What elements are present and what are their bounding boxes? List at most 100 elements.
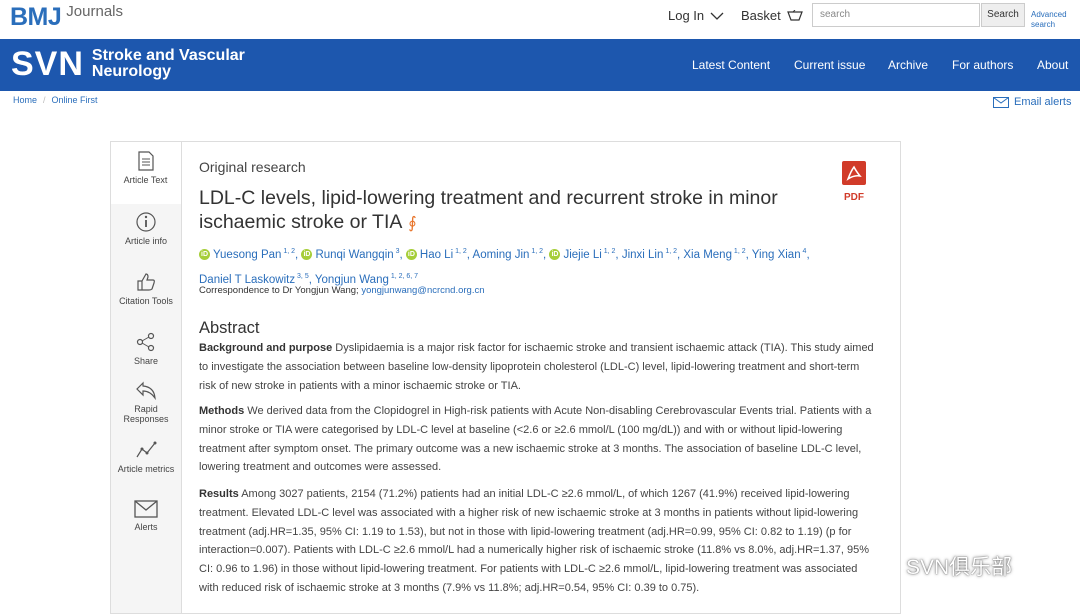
rail-label: Rapid Responses bbox=[123, 404, 169, 424]
rail-label: Alerts bbox=[134, 522, 158, 532]
correspondence-line: Correspondence to Dr Yongjun Wang; yongj… bbox=[199, 285, 485, 296]
author-affiliation[interactable]: 1, 2 bbox=[281, 248, 295, 255]
svn-brand-text: SVN bbox=[11, 45, 84, 83]
orcid-icon[interactable]: iD bbox=[405, 249, 417, 261]
rail-label: Article Text bbox=[123, 175, 168, 185]
basket-icon bbox=[786, 9, 803, 21]
author-item: iD Jiejie Li 1, 2, bbox=[549, 248, 621, 261]
abstract-methods-text: We derived data from the Clopidogrel in … bbox=[199, 405, 872, 474]
breadcrumb-online-first[interactable]: Online First bbox=[52, 95, 98, 105]
breadcrumb: Home / Online First bbox=[13, 95, 98, 105]
abstract-heading: Abstract bbox=[199, 319, 260, 337]
wechat-icon bbox=[867, 554, 899, 577]
rail-alerts[interactable]: Alerts bbox=[111, 500, 181, 532]
author-affiliation[interactable]: 3, 5 bbox=[295, 273, 309, 280]
author-name-link[interactable]: Daniel T Laskowitz bbox=[199, 274, 295, 286]
correspondence-email-link[interactable]: yongjunwang@ncrcnd.org.cn bbox=[361, 285, 484, 296]
nav-about[interactable]: About bbox=[1037, 58, 1068, 72]
rail-label: Article metrics bbox=[117, 464, 175, 474]
journal-header: SVN Stroke and Vascular Neurology Latest… bbox=[0, 39, 1080, 91]
abstract-background-label: Background and purpose bbox=[199, 342, 333, 354]
breadcrumb-home[interactable]: Home bbox=[13, 95, 37, 105]
author-name-link[interactable]: Yongjun Wang bbox=[315, 274, 389, 286]
bmj-journals-logo[interactable]: BMJ Journals bbox=[10, 3, 123, 31]
article-tools-rail: Article Text Article info Citation Tools… bbox=[110, 141, 181, 614]
nav-current-issue[interactable]: Current issue bbox=[794, 58, 865, 72]
article-title: LDL-C levels, lipid-lowering treatment a… bbox=[199, 186, 829, 236]
login-menu[interactable]: Log In bbox=[668, 8, 724, 23]
author-list: iD Yuesong Pan 1, 2, iD Runqi Wangqin 3, i… bbox=[199, 241, 839, 291]
author-affiliation[interactable]: 1, 2 bbox=[602, 248, 616, 255]
author-name-link[interactable]: Xia Meng bbox=[683, 249, 732, 261]
abstract-methods-label: Methods bbox=[199, 405, 245, 417]
rail-share[interactable]: Share bbox=[111, 332, 181, 366]
reply-icon bbox=[136, 381, 156, 400]
orcid-icon[interactable]: iD bbox=[301, 249, 313, 261]
author-affiliation[interactable]: 1, 2 bbox=[529, 248, 543, 255]
open-access-icon: ∮ bbox=[408, 215, 417, 232]
rail-label: Share bbox=[133, 356, 159, 366]
nav-latest-content[interactable]: Latest Content bbox=[692, 58, 770, 72]
author-name-link[interactable]: Jiejie Li bbox=[563, 249, 601, 261]
author-item: iD Runqi Wangqin 3, bbox=[301, 248, 406, 261]
author-separator: , bbox=[806, 248, 810, 261]
article-title-text: LDL-C levels, lipid-lowering treatment a… bbox=[199, 187, 778, 233]
email-alerts-label: Email alerts bbox=[1014, 96, 1072, 108]
envelope-icon bbox=[993, 96, 1009, 108]
author-item: Aoming Jin 1, 2, bbox=[473, 248, 550, 261]
author-affiliation[interactable]: 1, 2 bbox=[663, 248, 677, 255]
author-name-link[interactable]: Hao Li bbox=[420, 249, 453, 261]
info-icon bbox=[136, 212, 156, 232]
search-input[interactable]: search bbox=[812, 3, 980, 27]
author-name-link[interactable]: Yuesong Pan bbox=[213, 249, 281, 261]
breadcrumb-separator: / bbox=[43, 95, 46, 105]
author-name-link[interactable]: Ying Xian bbox=[752, 249, 801, 261]
author-item: Yongjun Wang 1, 2, 6, 7 bbox=[315, 273, 418, 286]
rail-label: Citation Tools bbox=[119, 296, 173, 306]
svn-logo[interactable]: SVN Stroke and Vascular Neurology bbox=[11, 45, 262, 83]
rail-article-metrics[interactable]: Article metrics bbox=[111, 440, 181, 474]
rail-citation-tools[interactable]: Citation Tools bbox=[111, 272, 181, 306]
envelope-icon bbox=[134, 500, 158, 518]
author-item: Jinxi Lin 1, 2, bbox=[622, 248, 684, 261]
rail-rapid-responses[interactable]: Rapid Responses bbox=[111, 380, 181, 424]
search-button[interactable]: Search bbox=[981, 3, 1025, 27]
rail-article-info[interactable]: Article info bbox=[111, 212, 181, 246]
login-label: Log In bbox=[668, 8, 705, 23]
author-name-link[interactable]: Jinxi Lin bbox=[622, 249, 664, 261]
author-item: iD Yuesong Pan 1, 2, bbox=[199, 248, 301, 261]
basket-link[interactable]: Basket bbox=[741, 8, 803, 23]
author-affiliation[interactable]: 1, 2, 6, 7 bbox=[389, 273, 418, 280]
watermark-text: SVN俱乐部 bbox=[906, 556, 1013, 579]
nav-for-authors[interactable]: For authors bbox=[952, 58, 1013, 72]
article-type: Original research bbox=[199, 159, 306, 175]
rail-article-text[interactable]: Article Text bbox=[111, 142, 181, 204]
author-affiliation[interactable]: 1, 2 bbox=[732, 248, 746, 255]
article-panel: Original research LDL-C levels, lipid-lo… bbox=[181, 141, 901, 614]
author-item: Daniel T Laskowitz 3, 5, bbox=[199, 273, 315, 286]
email-alerts-link[interactable]: Email alerts bbox=[993, 96, 1071, 108]
top-utility-bar: BMJ Journals Log In Basket search Search… bbox=[0, 0, 1080, 39]
metrics-icon bbox=[136, 441, 157, 458]
chevron-down-icon bbox=[710, 12, 724, 20]
watermark: SVN俱乐部 bbox=[866, 551, 1012, 581]
orcid-icon[interactable]: iD bbox=[199, 249, 210, 261]
nav-archive[interactable]: Archive bbox=[888, 58, 928, 72]
pdf-download-button[interactable]: PDF bbox=[839, 161, 869, 203]
share-icon bbox=[136, 332, 155, 352]
author-name-link[interactable]: Aoming Jin bbox=[473, 249, 530, 261]
pdf-label: PDF bbox=[844, 192, 864, 203]
abstract-methods: Methods We derived data from the Clopido… bbox=[199, 402, 879, 477]
abstract-results-text: Among 3027 patients, 2154 (71.2%) patien… bbox=[199, 488, 870, 594]
journals-logo-text: Journals bbox=[66, 3, 123, 20]
author-item: Ying Xian 4, bbox=[752, 248, 810, 261]
author-affiliation[interactable]: 1, 2 bbox=[453, 248, 467, 255]
correspondence-label: Correspondence to Dr Yongjun Wang; bbox=[199, 285, 359, 296]
author-name-link[interactable]: Runqi Wangqin bbox=[315, 249, 393, 261]
orcid-icon[interactable]: iD bbox=[549, 249, 561, 261]
abstract-results: Results Among 3027 patients, 2154 (71.2%… bbox=[199, 485, 879, 598]
author-separator: , bbox=[399, 248, 406, 261]
abstract-background: Background and purpose Dyslipidaemia is … bbox=[199, 339, 879, 395]
advanced-search-link[interactable]: Advanced search bbox=[1031, 10, 1076, 30]
pdf-icon bbox=[842, 161, 866, 185]
